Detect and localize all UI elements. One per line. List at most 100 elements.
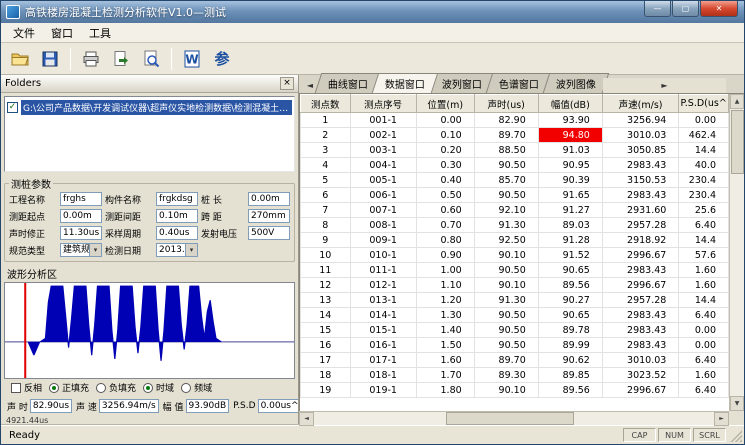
table-row[interactable]: 7007-10.6092.1091.272931.6025.6	[301, 203, 729, 218]
table-row[interactable]: 13013-11.2091.3090.272957.2814.4	[301, 293, 729, 308]
param-value-7[interactable]: 0.40us	[156, 226, 198, 240]
table-row[interactable]: 17017-11.6089.7090.623010.036.40	[301, 353, 729, 368]
table-row[interactable]: 11011-11.0090.5090.652983.431.60	[301, 263, 729, 278]
param-value-3[interactable]: 0.00m	[60, 209, 102, 223]
param-label-10: 检测日期	[105, 244, 153, 257]
tab-scroll-right-button[interactable]: ►	[603, 78, 726, 93]
tab-0[interactable]: 曲线窗口	[315, 73, 381, 93]
option-checkbox-0[interactable]: 反相	[11, 381, 42, 394]
table-row[interactable]: 19019-11.8090.1089.562996.676.40	[301, 383, 729, 398]
table-row[interactable]: 15015-11.4090.5089.782983.430.00	[301, 323, 729, 338]
option-radio-3[interactable]: 时域	[143, 381, 174, 394]
param-value-2[interactable]: 0.00m	[248, 192, 290, 206]
table-row[interactable]: 4004-10.3090.5090.952983.4340.0	[301, 158, 729, 173]
minimize-button[interactable]: —	[644, 1, 671, 17]
vertical-scrollbar[interactable]: ▲ ▼	[729, 94, 744, 411]
cell: 1.00	[416, 263, 474, 278]
table-row[interactable]: 16016-11.5090.5089.992983.430.00	[301, 338, 729, 353]
option-radio-2[interactable]: 负填充	[96, 381, 136, 394]
table-row[interactable]: 12012-11.1090.1089.562996.671.60	[301, 278, 729, 293]
panel-close-button[interactable]: ×	[280, 77, 294, 90]
tab-1[interactable]: 数据窗口	[372, 73, 438, 93]
cell: 0.90	[416, 248, 474, 263]
export-button[interactable]	[108, 46, 134, 72]
column-header-1[interactable]: 测点序号	[350, 95, 416, 113]
save-button[interactable]	[37, 46, 63, 72]
cell: 9	[301, 233, 351, 248]
column-header-5[interactable]: 声速(m/s)	[602, 95, 679, 113]
scroll-right-icon[interactable]: ►	[714, 412, 729, 426]
main-area: Folders × ✓ G:\公司产品数据\开发调试仪器\超声仪实地检测数据\检…	[1, 75, 744, 425]
open-file-button[interactable]	[7, 46, 33, 72]
menu-item-0[interactable]: 文件	[5, 23, 43, 43]
cell: 88.50	[474, 143, 538, 158]
menu-item-1[interactable]: 窗口	[43, 23, 81, 43]
table-row[interactable]: 8008-10.7091.3089.032957.286.40	[301, 218, 729, 233]
param-value-6[interactable]: 11.30us	[60, 226, 102, 240]
waveform-display[interactable]	[4, 282, 295, 379]
cell: 94.80	[538, 128, 602, 143]
param-value-9[interactable]: 建筑规范	[60, 243, 102, 257]
table-row[interactable]: 3003-10.2088.5091.033050.8514.4	[301, 143, 729, 158]
print-button[interactable]	[78, 46, 104, 72]
resize-grip-icon[interactable]	[729, 429, 742, 442]
column-header-0[interactable]: 测点数	[301, 95, 351, 113]
vscroll-thumb[interactable]	[731, 110, 744, 174]
parameter-button[interactable]: 参	[209, 46, 235, 72]
param-value-10[interactable]: 2013.03.13	[156, 243, 198, 257]
option-radio-4[interactable]: 频域	[181, 381, 212, 394]
preview-button[interactable]	[138, 46, 164, 72]
data-window-panel: ◄ 曲线窗口数据窗口波列窗口色谱窗口波列图像 ► 测点数测点序号位置(m)声时(…	[299, 75, 744, 425]
table-row[interactable]: 1001-10.0082.9093.903256.940.00	[301, 113, 729, 128]
option-label-0: 反相	[24, 381, 42, 394]
param-value-8[interactable]: 500V	[248, 226, 290, 240]
column-header-2[interactable]: 位置(m)	[416, 95, 474, 113]
cell: 3010.03	[602, 353, 679, 368]
tab-3[interactable]: 色谱窗口	[486, 73, 552, 93]
table-row[interactable]: 5005-10.4085.7090.393150.53230.4	[301, 173, 729, 188]
checkbox-checked-icon[interactable]: ✓	[7, 102, 18, 113]
param-value-5[interactable]: 270mm	[248, 209, 290, 223]
close-button[interactable]: ✕	[700, 1, 738, 17]
cell: 11	[301, 263, 351, 278]
folder-tree[interactable]: ✓ G:\公司产品数据\开发调试仪器\超声仪实地检测数据\检测混凝土(cd)\p…	[4, 96, 295, 172]
maximize-button[interactable]: ▢	[672, 1, 699, 17]
tree-item[interactable]: ✓ G:\公司产品数据\开发调试仪器\超声仪实地检测数据\检测混凝土(cd)\p…	[7, 100, 292, 115]
table-row[interactable]: 9009-10.8092.5091.282918.9214.4	[301, 233, 729, 248]
option-radio-1[interactable]: 正填充	[49, 381, 89, 394]
cell: 6.40	[679, 308, 729, 323]
param-label-7: 采样周期	[105, 227, 153, 240]
tab-4[interactable]: 波列图像	[543, 73, 609, 93]
table-row[interactable]: 2002-10.1089.7094.803010.03462.4	[301, 128, 729, 143]
cell: 6	[301, 188, 351, 203]
param-value-4[interactable]: 0.10m	[156, 209, 198, 223]
column-header-3[interactable]: 声时(us)	[474, 95, 538, 113]
table-row[interactable]: 10010-10.9090.1091.522996.6757.6	[301, 248, 729, 263]
horizontal-scrollbar[interactable]: ◄ ►	[299, 411, 729, 425]
column-header-4[interactable]: 幅值(dB)	[538, 95, 602, 113]
title-bar[interactable]: 高铁楼房混凝土检测分析软件V1.0—测试 — ▢ ✕	[1, 1, 744, 23]
cell: 0.30	[416, 158, 474, 173]
tab-2[interactable]: 波列窗口	[429, 73, 495, 93]
word-icon: W	[182, 49, 202, 69]
scroll-down-icon[interactable]: ▼	[730, 396, 744, 411]
cell: 7	[301, 203, 351, 218]
hscroll-thumb[interactable]	[446, 412, 574, 425]
status-bar: Ready CAPNUMSCRL	[1, 425, 744, 444]
param-value-1[interactable]: frgkdsg	[156, 192, 198, 206]
word-report-button[interactable]: W	[179, 46, 205, 72]
menu-item-2[interactable]: 工具	[81, 23, 119, 43]
param-value-0[interactable]: frghs	[60, 192, 102, 206]
selected-data-file-path[interactable]: G:\公司产品数据\开发调试仪器\超声仪实地检测数据\检测混凝土(cd)\p03…	[21, 100, 292, 115]
table-row[interactable]: 18018-11.7089.3089.853023.521.60	[301, 368, 729, 383]
scroll-up-icon[interactable]: ▲	[730, 94, 744, 109]
scroll-left-icon[interactable]: ◄	[299, 412, 314, 426]
hscroll-track[interactable]	[314, 412, 714, 425]
cell: 90.65	[538, 263, 602, 278]
column-header-6[interactable]: P.S.D(us^	[679, 95, 729, 113]
table-row[interactable]: 6006-10.5090.5091.652983.43230.4	[301, 188, 729, 203]
cell: 003-1	[350, 143, 416, 158]
cell: 19	[301, 383, 351, 398]
cell: 006-1	[350, 188, 416, 203]
table-row[interactable]: 14014-11.3090.5090.652983.436.40	[301, 308, 729, 323]
